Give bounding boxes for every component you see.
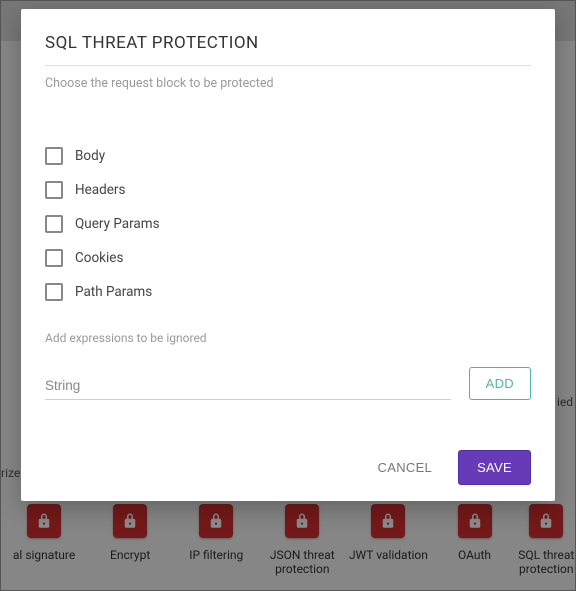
checkbox-box[interactable] (45, 283, 63, 301)
checkbox-box[interactable] (45, 181, 63, 199)
checkbox-label[interactable]: Query Params (75, 216, 160, 232)
checkbox-label[interactable]: Path Params (75, 284, 152, 300)
dialog-title: SQL THREAT PROTECTION (45, 33, 531, 66)
checkbox-body[interactable]: Body (45, 147, 531, 165)
add-button[interactable]: ADD (469, 367, 531, 400)
checkbox-box[interactable] (45, 249, 63, 267)
expression-input-row: ADD (45, 367, 531, 400)
expression-input[interactable] (45, 372, 451, 400)
sql-threat-dialog: SQL THREAT PROTECTION Choose the request… (21, 9, 555, 501)
checkbox-cookies[interactable]: Cookies (45, 249, 531, 267)
dialog-subtitle: Choose the request block to be protected (45, 76, 531, 91)
checkbox-box[interactable] (45, 147, 63, 165)
checkbox-query-params[interactable]: Query Params (45, 215, 531, 233)
dialog-actions: CANCEL SAVE (45, 450, 531, 485)
checkbox-label[interactable]: Cookies (75, 250, 123, 266)
checkbox-headers[interactable]: Headers (45, 181, 531, 199)
save-button[interactable]: SAVE (458, 450, 531, 485)
cancel-button[interactable]: CANCEL (364, 450, 447, 485)
checkbox-label[interactable]: Headers (75, 182, 125, 198)
ignore-expressions-label: Add expressions to be ignored (45, 331, 531, 345)
checkbox-box[interactable] (45, 215, 63, 233)
checkbox-label[interactable]: Body (75, 148, 105, 164)
checkbox-list: Body Headers Query Params Cookies Path P… (45, 147, 531, 301)
checkbox-path-params[interactable]: Path Params (45, 283, 531, 301)
